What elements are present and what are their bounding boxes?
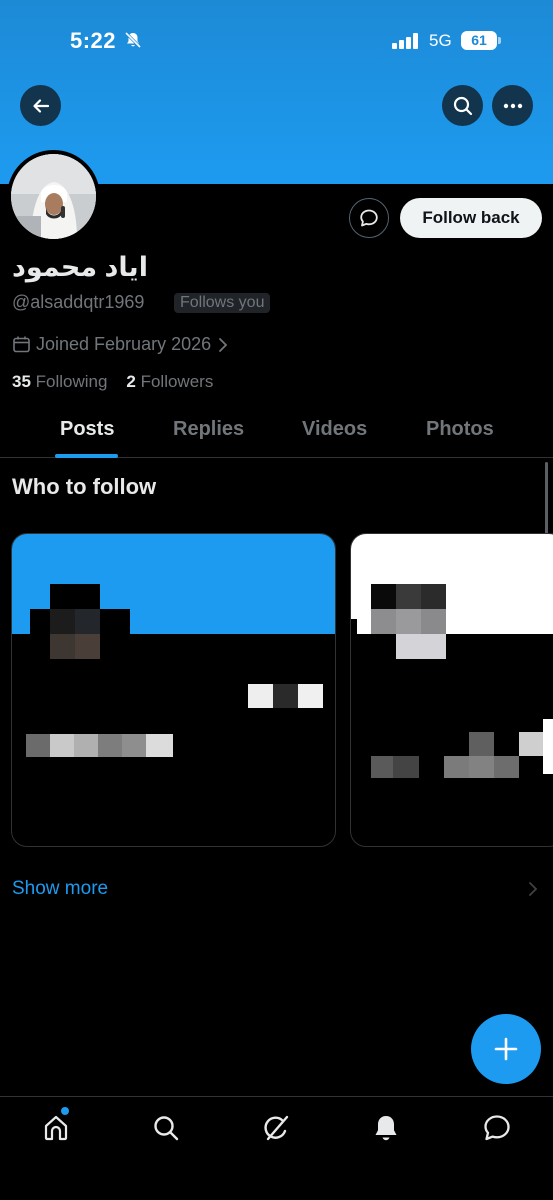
nav-grok[interactable]	[259, 1111, 293, 1145]
network-type: 5G	[429, 31, 452, 50]
tab-posts[interactable]: Posts	[60, 418, 114, 441]
joined-date-row[interactable]: Joined February 2026	[12, 334, 230, 355]
search-icon	[154, 1116, 179, 1141]
nav-search[interactable]	[149, 1111, 183, 1145]
bottom-navigation	[0, 1096, 553, 1200]
status-time: 5:22	[70, 28, 117, 53]
plus-icon	[494, 1037, 518, 1061]
battery-icon: 61	[461, 31, 501, 50]
user-handle: @alsaddqtr1969	[12, 292, 145, 312]
home-icon	[44, 1115, 68, 1141]
joined-date: Joined February 2026	[36, 334, 212, 354]
redacted-name	[371, 756, 393, 778]
more-options-button[interactable]	[492, 85, 533, 126]
followers-count: 2	[126, 372, 136, 391]
followers-link[interactable]: 2 Followers	[126, 372, 213, 391]
followers-label: Followers	[140, 372, 214, 391]
signal-icon	[392, 33, 418, 49]
nav-home[interactable]	[39, 1111, 73, 1145]
redacted-avatar	[371, 584, 396, 609]
message-icon	[484, 1115, 510, 1141]
follow-counts: 35 Following 2 Followers	[12, 372, 213, 392]
who-to-follow-title: Who to follow	[12, 474, 157, 499]
profile-tabs: Posts Replies Videos Photos	[0, 404, 553, 458]
tab-photos[interactable]: Photos	[426, 418, 494, 441]
follows-you-badge: Follows you	[174, 293, 271, 313]
status-bar: 5:22 5G 61	[0, 0, 553, 82]
following-link[interactable]: 35 Following	[12, 372, 107, 391]
calendar-icon	[13, 336, 30, 353]
nav-notifications[interactable]	[369, 1111, 403, 1145]
redacted-follow-button	[543, 719, 553, 774]
arrow-left-icon	[32, 98, 49, 113]
suggested-user-card[interactable]	[11, 533, 336, 847]
search-icon	[453, 96, 472, 115]
avatar[interactable]	[7, 150, 100, 243]
redacted-follow-button	[248, 684, 273, 708]
avatar-image	[11, 154, 96, 239]
redacted-avatar	[50, 584, 100, 609]
suggested-user-card[interactable]	[350, 533, 553, 847]
chevron-right-icon	[529, 882, 538, 896]
back-button[interactable]	[20, 85, 61, 126]
compose-button[interactable]	[471, 1014, 541, 1084]
notification-dot	[61, 1107, 69, 1115]
tab-replies[interactable]: Replies	[173, 418, 244, 441]
display-name: اياد محمود	[12, 252, 148, 282]
battery-level: 61	[461, 31, 497, 50]
more-horizontal-icon	[503, 103, 522, 108]
tab-videos[interactable]: Videos	[302, 418, 367, 441]
following-label: Following	[35, 372, 108, 391]
message-button[interactable]	[349, 198, 389, 238]
redacted-name	[26, 734, 50, 757]
message-bubble-icon	[360, 209, 378, 227]
bell-icon	[375, 1116, 397, 1141]
nav-messages[interactable]	[480, 1111, 514, 1145]
chevron-right-icon	[219, 337, 228, 352]
following-count: 35	[12, 372, 31, 391]
follow-back-button[interactable]: Follow back	[400, 198, 542, 238]
active-tab-indicator	[55, 454, 118, 458]
grok-icon	[264, 1115, 289, 1141]
search-button[interactable]	[442, 85, 483, 126]
show-more-link[interactable]: Show more	[12, 878, 108, 900]
bell-off-icon	[124, 31, 142, 49]
